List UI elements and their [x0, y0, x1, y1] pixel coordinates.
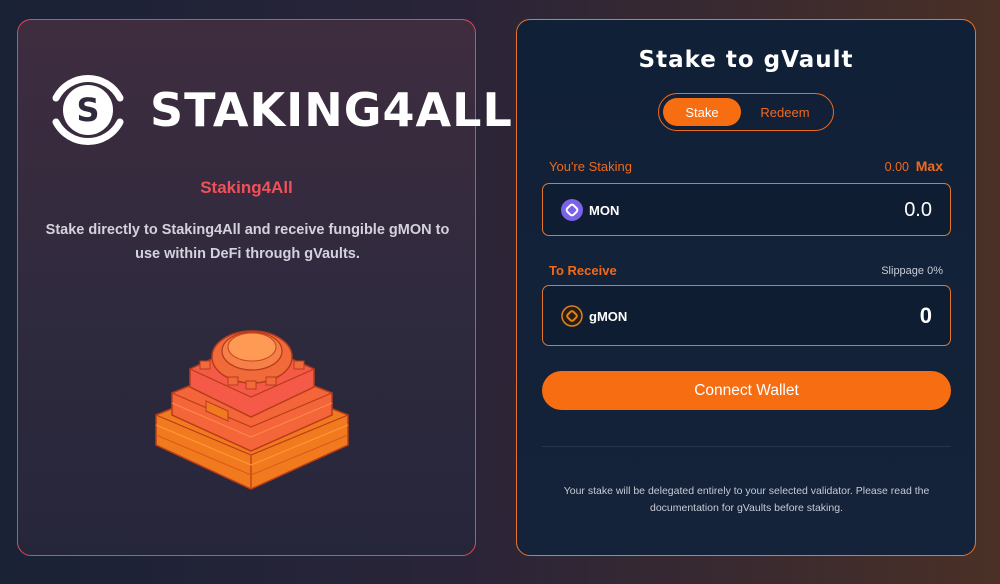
vault-illustration-icon [155, 330, 349, 490]
max-button[interactable]: Max [916, 158, 943, 174]
balance-value: 0.00 [884, 160, 909, 174]
tab-redeem[interactable]: Redeem [741, 98, 829, 126]
stake-token: MON [561, 199, 619, 221]
brand-description: Stake directly to Staking4All and receiv… [45, 222, 450, 262]
stake-panel: Stake to gVault Stake Redeem You're Stak… [516, 19, 976, 556]
stake-amount-input[interactable]: 0.0 [904, 199, 932, 222]
panel-title: Stake to gVault [638, 47, 854, 73]
brand-card: S STAKING4ALL Staking4All Stake directly… [17, 19, 512, 556]
gmon-token-icon [561, 305, 583, 327]
brand-title: Staking4All [200, 178, 293, 197]
receive-token-name: gMON [589, 308, 628, 324]
receive-amount-value: 0 [919, 303, 932, 328]
connect-wallet-button[interactable]: Connect Wallet [542, 371, 951, 410]
receive-label: To Receive [549, 263, 617, 278]
receive-amount-field: gMON 0 [542, 285, 951, 346]
stake-redeem-toggle: Stake Redeem [658, 93, 834, 131]
receive-token: gMON [561, 305, 627, 327]
stake-amount-field[interactable]: MON 0.0 [542, 183, 951, 236]
stake-token-name: MON [589, 202, 620, 218]
divider [542, 446, 951, 447]
brand-logo: S STAKING4ALL [42, 64, 513, 156]
staking4all-logo-icon: S [52, 75, 124, 145]
brand-logo-text: STAKING4ALL [150, 83, 513, 137]
delegation-note: Your stake will be delegated entirely to… [563, 485, 930, 514]
mon-token-icon [561, 199, 583, 221]
staking-label: You're Staking [549, 159, 632, 174]
tab-stake[interactable]: Stake [663, 98, 741, 126]
svg-text:S: S [76, 91, 99, 129]
slippage-text: Slippage 0% [881, 265, 943, 277]
